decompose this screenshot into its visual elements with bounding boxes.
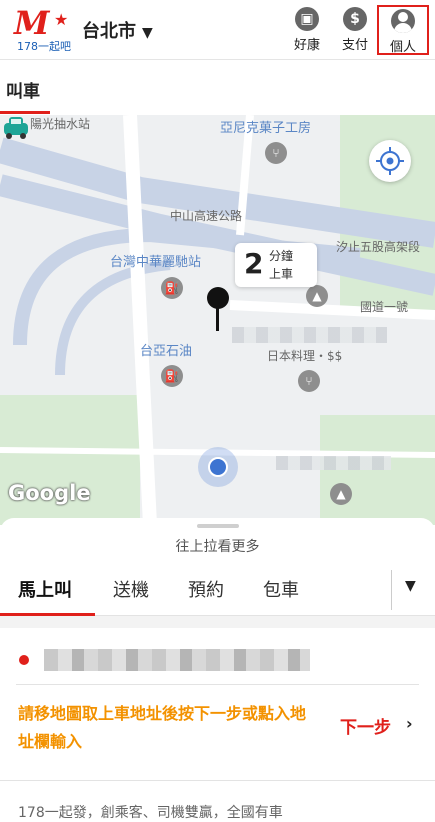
divider <box>0 780 435 781</box>
taxi-icon[interactable] <box>0 115 32 139</box>
app-logo[interactable]: M ★ 178一起吧 <box>14 4 76 54</box>
pickup-pin-stem <box>216 307 219 331</box>
eta-unit-bottom: 上車 <box>269 267 294 281</box>
blurred-label <box>232 327 387 343</box>
map-label-highway: 中山高速公路 <box>170 209 243 223</box>
chevron-down-icon[interactable]: ▼ <box>405 578 416 594</box>
profile-label: 個人 <box>389 40 416 55</box>
page-title: 叫車 <box>6 82 40 102</box>
next-step-button[interactable]: 下一步 <box>340 713 391 738</box>
map-label-gas: 台亞石油 <box>140 344 193 359</box>
eta-minutes: 2 <box>244 247 264 280</box>
profile-button[interactable]: 個人 <box>377 5 429 55</box>
city-selector[interactable]: 台北市 ▼ <box>82 17 153 43</box>
map-label-restaurant: 亞尼克菓子工房 <box>220 121 312 136</box>
map-label-elevated: 汐止五股高架段 <box>336 240 421 254</box>
footer-text: 178一起發，創乘客、司機雙贏，全國有車 <box>18 805 283 821</box>
title-underline <box>0 111 50 114</box>
shopping-bag-icon[interactable]: ▲ <box>306 285 328 307</box>
eta-bubble: 2 分鐘 上車 <box>235 243 317 287</box>
gas-station-icon[interactable]: ⛽ <box>161 277 183 299</box>
deals-button[interactable]: ▣ 好康 <box>285 5 329 55</box>
logo-subtitle: 178一起吧 <box>17 40 71 53</box>
shopping-bag-icon[interactable]: ▲ <box>330 483 352 505</box>
tab-divider <box>391 570 392 610</box>
ride-tabs: 馬上叫 送機 預約 包車 ▼ <box>0 568 435 616</box>
tab-immediate[interactable]: 馬上叫 <box>18 576 72 602</box>
app-header: M ★ 178一起吧 台北市 ▼ ▣ 好康 $ 支付 個人 <box>0 0 435 60</box>
map-view[interactable]: 陽光抽水站 亞尼克菓子工房 ⑂ 中山高速公路 汐止五股高架段 台灣中華麗馳站 ⛽… <box>0 115 435 525</box>
gift-icon: ▣ <box>295 7 319 31</box>
section-gap <box>0 616 435 628</box>
tab-reserve[interactable]: 預約 <box>188 576 224 602</box>
logo-letter: M <box>14 4 49 42</box>
pickup-pin-icon <box>207 287 229 309</box>
pickup-dot-icon <box>19 655 29 665</box>
crosshair-icon <box>376 147 404 175</box>
payment-button[interactable]: $ 支付 <box>333 5 377 55</box>
tab-charter[interactable]: 包車 <box>263 576 299 602</box>
map-label-japanese: 日本料理・$$ <box>267 349 343 363</box>
pickup-instruction: 請移地圖取上車地址後按下一步或點入地址欄輸入 <box>18 704 307 751</box>
deals-label: 好康 <box>293 38 320 53</box>
bottom-sheet[interactable]: 往上拉看更多 馬上叫 送機 預約 包車 ▼ 請移地圖取上車地址後按下一步或點入地… <box>0 518 435 822</box>
my-location-dot <box>208 457 228 477</box>
chevron-right-icon[interactable]: › <box>406 714 413 733</box>
map-label-national-road: 國道一號 <box>360 300 409 314</box>
payment-label: 支付 <box>341 38 368 53</box>
gas-station-icon[interactable]: ⛽ <box>161 365 183 387</box>
eta-unit-top: 分鐘 <box>269 249 294 263</box>
tab-airport[interactable]: 送機 <box>113 576 149 602</box>
pull-up-hint: 往上拉看更多 <box>175 539 260 555</box>
google-logo: Google <box>8 481 91 505</box>
star-icon: ★ <box>54 10 69 29</box>
eta-unit: 分鐘 上車 <box>269 247 293 283</box>
chevron-down-icon: ▼ <box>142 25 153 41</box>
drag-handle[interactable] <box>197 524 239 528</box>
pickup-address-field[interactable] <box>44 649 310 671</box>
map-label-station: 陽光抽水站 <box>30 117 91 131</box>
map-label-taxi-stand: 台灣中華麗馳站 <box>110 255 202 270</box>
restaurant-icon[interactable]: ⑂ <box>298 370 320 392</box>
blurred-label <box>276 456 391 470</box>
divider <box>16 684 419 685</box>
locate-button[interactable] <box>369 140 411 182</box>
title-bar: 叫車 <box>0 60 435 115</box>
person-icon <box>391 9 415 33</box>
restaurant-icon[interactable]: ⑂ <box>265 142 287 164</box>
dollar-icon: $ <box>343 7 367 31</box>
city-label: 台北市 <box>82 21 136 42</box>
